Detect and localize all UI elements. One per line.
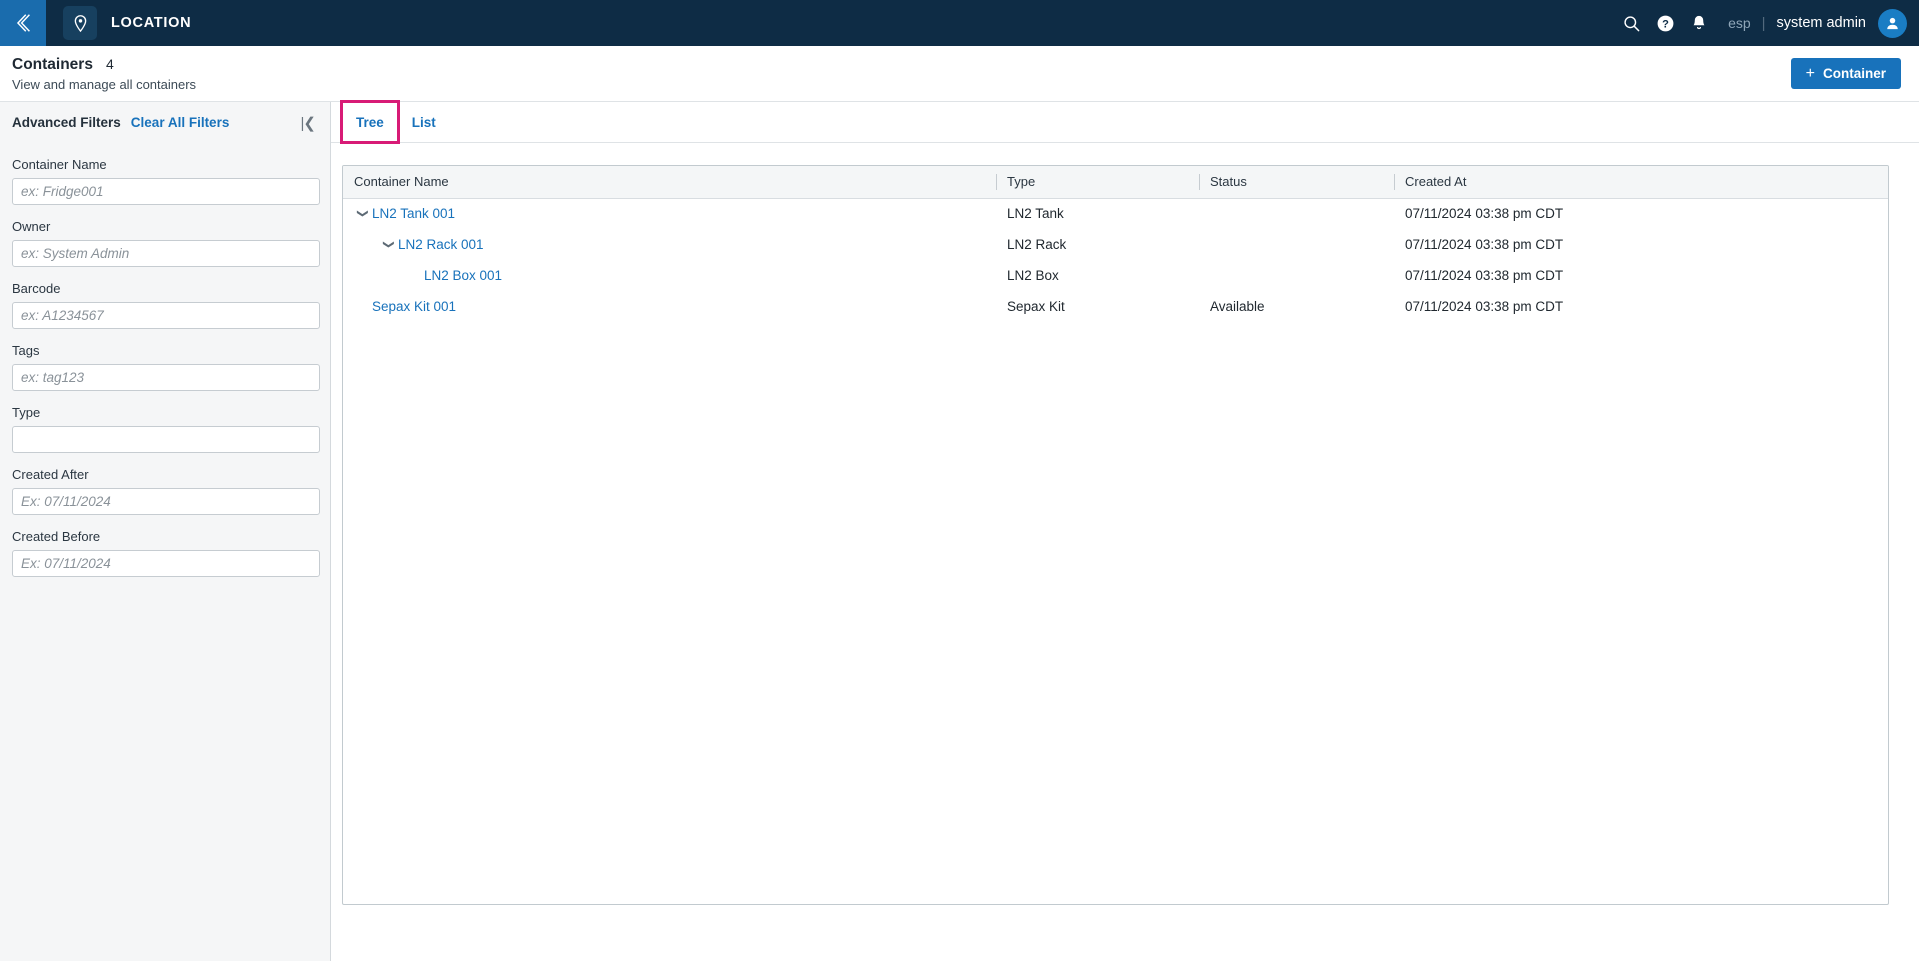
- table-row[interactable]: LN2 Box 001 LN2 Box 07/11/2024 03:38 pm …: [343, 260, 1888, 291]
- cell-container-name: ❯ LN2 Tank 001: [343, 198, 996, 229]
- nav-divider: |: [1761, 14, 1766, 32]
- advanced-filters-sidebar: Advanced Filters Clear All Filters |❮ Co…: [0, 102, 331, 961]
- language-selector[interactable]: esp: [1728, 15, 1751, 31]
- main-content: Tree List Container Name Type Status Cre…: [331, 100, 1919, 961]
- add-container-button[interactable]: + Container: [1790, 58, 1901, 89]
- nav-right-group: ? esp | system admin: [1614, 0, 1919, 46]
- filter-created-after: Created After: [12, 467, 320, 515]
- help-circle-icon[interactable]: ?: [1648, 0, 1682, 46]
- tags-input[interactable]: [12, 364, 320, 391]
- back-button[interactable]: [0, 0, 46, 46]
- filter-container-name: Container Name: [12, 157, 320, 205]
- filter-label: Type: [12, 405, 41, 420]
- page-body: Advanced Filters Clear All Filters |❮ Co…: [0, 100, 1919, 961]
- filter-label: Tags: [12, 343, 40, 358]
- cell-type: Sepax Kit: [1007, 299, 1065, 314]
- top-navigation-bar: LOCATION ? esp | system admin: [0, 0, 1919, 46]
- table-row[interactable]: Sepax Kit 001 Sepax Kit Available 07/11/…: [343, 291, 1888, 322]
- filter-owner: Owner: [12, 219, 320, 267]
- double-chevron-left-icon: [16, 14, 30, 32]
- containers-table: Container Name Type Status Created At ❯ …: [343, 166, 1888, 322]
- column-type[interactable]: Type: [996, 166, 1199, 199]
- table-row[interactable]: ❯ LN2 Rack 001 LN2 Rack 07/11/2024 03:38…: [343, 229, 1888, 260]
- column-status[interactable]: Status: [1199, 166, 1394, 199]
- page-header: Containers 4 View and manage all contain…: [0, 46, 1919, 102]
- filter-label: Created After: [12, 467, 89, 482]
- map-pin-icon: [74, 14, 86, 32]
- filters-header: Advanced Filters Clear All Filters |❮: [12, 102, 318, 143]
- filter-label: Owner: [12, 219, 51, 234]
- chevron-down-icon[interactable]: ❯: [357, 205, 370, 223]
- tab-list-label: List: [411, 114, 436, 130]
- svg-text:?: ?: [1662, 18, 1669, 30]
- cell-type: LN2 Tank: [1007, 206, 1064, 222]
- tab-tree-label: Tree: [356, 114, 384, 130]
- filter-type: Type: [12, 405, 320, 453]
- add-container-label: Container: [1822, 66, 1886, 81]
- filter-tags: Tags: [12, 343, 320, 391]
- container-link[interactable]: LN2 Tank 001: [372, 206, 455, 221]
- bell-icon[interactable]: [1682, 0, 1716, 46]
- column-created-at[interactable]: Created At: [1394, 166, 1888, 199]
- container-link[interactable]: LN2 Rack 001: [398, 237, 484, 252]
- page-title: Containers: [12, 55, 93, 73]
- container-link[interactable]: Sepax Kit 001: [372, 299, 456, 314]
- page-subtitle: View and manage all containers: [12, 76, 197, 92]
- cell-status: [1199, 198, 1394, 229]
- search-icon[interactable]: [1614, 0, 1648, 46]
- type-input[interactable]: [12, 426, 320, 453]
- user-name-label[interactable]: system admin: [1777, 15, 1866, 31]
- table-header-row: Container Name Type Status Created At: [343, 166, 1888, 199]
- filter-created-before: Created Before: [12, 529, 320, 577]
- location-badge: [63, 6, 97, 40]
- view-tabs: Tree List: [331, 100, 1919, 144]
- cell-container-name: LN2 Box 001: [343, 260, 996, 291]
- plus-icon: +: [1805, 64, 1815, 82]
- table-header: Container Name Type Status Created At: [343, 166, 1888, 199]
- container-count: 4: [105, 55, 114, 72]
- cell-status: [1199, 229, 1394, 260]
- filter-label: Barcode: [12, 281, 61, 296]
- container-link[interactable]: LN2 Box 001: [424, 268, 502, 283]
- user-avatar-icon[interactable]: [1878, 8, 1907, 38]
- containers-table-card: Container Name Type Status Created At ❯ …: [342, 165, 1889, 905]
- location-title: LOCATION: [111, 15, 192, 31]
- cell-created-at: 07/11/2024 03:38 pm CDT: [1405, 268, 1564, 283]
- owner-input[interactable]: [12, 240, 320, 267]
- cell-created-at: 07/11/2024 03:38 pm CDT: [1405, 206, 1564, 222]
- cell-status: [1199, 260, 1394, 291]
- cell-status: Available: [1210, 299, 1265, 314]
- chevron-down-icon[interactable]: ❯: [383, 236, 396, 254]
- clear-all-filters-link[interactable]: Clear All Filters: [131, 115, 230, 130]
- cell-type: LN2 Box: [1007, 268, 1059, 283]
- cell-created-at: 07/11/2024 03:38 pm CDT: [1405, 237, 1564, 252]
- filter-label: Created Before: [12, 529, 101, 544]
- tab-tree[interactable]: Tree: [340, 100, 400, 144]
- table-body: ❯ LN2 Tank 001 LN2 Tank 07/11/2024 03:38…: [343, 198, 1888, 322]
- filter-barcode: Barcode: [12, 281, 320, 329]
- barcode-input[interactable]: [12, 302, 320, 329]
- tab-list[interactable]: List: [398, 102, 450, 142]
- filters-title: Advanced Filters: [12, 115, 121, 130]
- page-header-text: Containers 4 View and manage all contain…: [12, 56, 196, 92]
- cell-created-at: 07/11/2024 03:38 pm CDT: [1405, 299, 1564, 314]
- collapse-panel-icon[interactable]: |❮: [301, 114, 318, 132]
- cell-type: LN2 Rack: [1007, 237, 1067, 252]
- created-before-input[interactable]: [12, 550, 320, 577]
- cell-container-name: Sepax Kit 001: [343, 291, 996, 322]
- column-container-name[interactable]: Container Name: [343, 166, 996, 199]
- table-row[interactable]: ❯ LN2 Tank 001 LN2 Tank 07/11/2024 03:38…: [343, 198, 1888, 229]
- created-after-input[interactable]: [12, 488, 320, 515]
- container-name-input[interactable]: [12, 178, 320, 205]
- filter-label: Container Name: [12, 157, 107, 172]
- cell-container-name: ❯ LN2 Rack 001: [343, 229, 996, 260]
